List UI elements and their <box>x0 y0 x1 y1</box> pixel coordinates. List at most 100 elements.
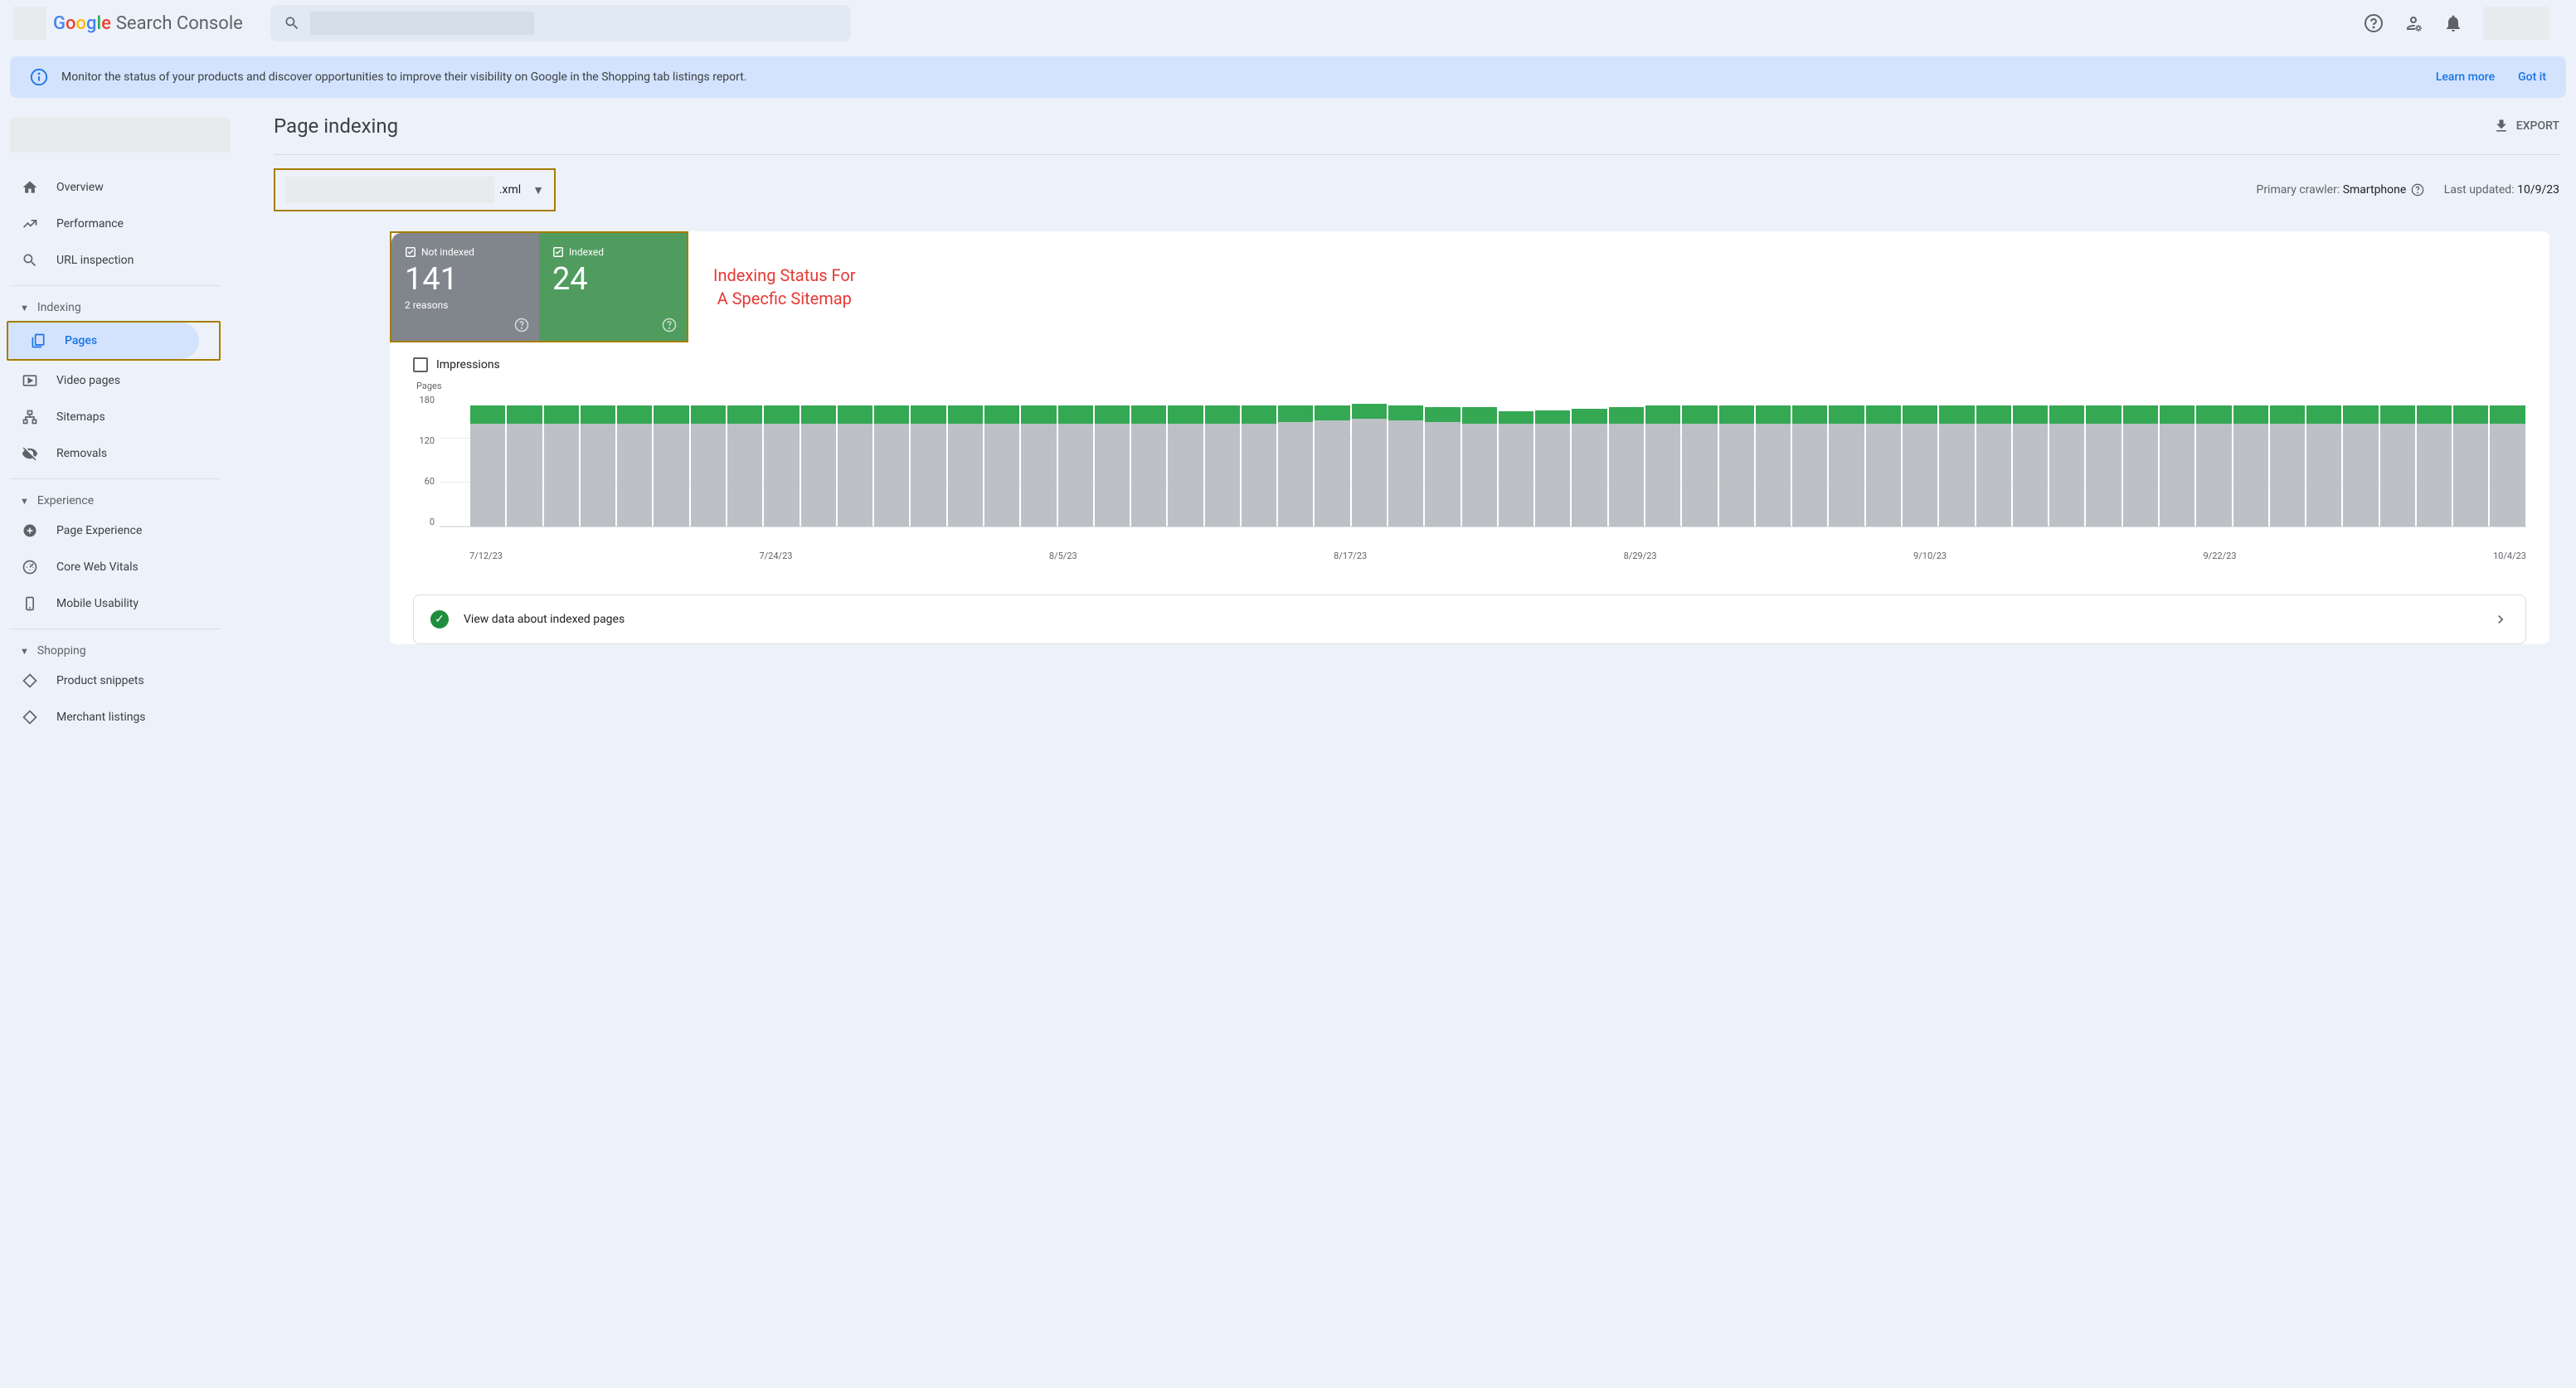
sidebar-item-snippets[interactable]: Product snippets <box>0 662 221 699</box>
sidebar-label: Merchant listings <box>56 711 146 724</box>
sidebar-item-pages[interactable]: Pages <box>8 323 199 359</box>
diamond-icon <box>20 671 40 691</box>
sidebar-item-merchant[interactable]: Merchant listings <box>0 699 221 735</box>
help-icon[interactable] <box>514 318 529 332</box>
sidebar-item-cwv[interactable]: Core Web Vitals <box>0 549 221 585</box>
sidebar: Overview Performance URL inspection ▼ Ind… <box>0 98 241 745</box>
diamond-icon <box>20 707 40 727</box>
chevron-down-icon: ▼ <box>532 183 544 197</box>
section-label: Experience <box>37 494 94 507</box>
annotation-highlight: Pages <box>7 321 221 361</box>
sidebar-label: Overview <box>56 181 104 194</box>
plus-circle-icon <box>20 521 40 541</box>
banner-text: Monitor the status of your products and … <box>61 70 747 84</box>
sidebar-item-removals[interactable]: Removals <box>0 435 221 472</box>
sitemap-icon <box>20 407 40 427</box>
learn-more-link[interactable]: Learn more <box>2436 70 2495 84</box>
sidebar-label: URL inspection <box>56 254 134 267</box>
logo-o2: o <box>75 13 85 34</box>
divider <box>10 285 221 286</box>
sitemap-name-redacted <box>285 177 494 203</box>
video-icon <box>20 371 40 391</box>
sitemap-filter-dropdown[interactable]: .xml ▼ <box>274 168 556 211</box>
logo-e: e <box>101 13 111 34</box>
chart-ylabel: Pages <box>416 381 2526 391</box>
crawler-info: Primary crawler: Smartphone Last updated… <box>2256 183 2559 197</box>
sidebar-label: Core Web Vitals <box>56 561 139 574</box>
help-icon[interactable] <box>2411 183 2424 197</box>
search-input-placeholder[interactable] <box>310 12 534 35</box>
chart-y-axis: 180120600 <box>413 395 440 527</box>
property-selector[interactable] <box>10 118 231 153</box>
header-actions <box>2364 7 2563 40</box>
account-avatar[interactable] <box>2483 7 2549 40</box>
sidebar-section-indexing[interactable]: ▼ Indexing <box>0 293 241 319</box>
sidebar-item-url-inspection[interactable]: URL inspection <box>0 242 221 279</box>
section-label: Shopping <box>37 644 86 658</box>
sidebar-section-experience[interactable]: ▼ Experience <box>0 486 241 512</box>
sidebar-label: Pages <box>65 334 97 347</box>
divider <box>10 478 221 479</box>
main-content: Page indexing EXPORT .xml ▼ Primary craw… <box>241 98 2576 745</box>
chart: Pages 180120600 7/12/237/24/238/5/238/17… <box>390 381 2549 578</box>
got-it-button[interactable]: Got it <box>2518 70 2546 84</box>
user-settings-icon[interactable] <box>2403 13 2423 33</box>
annotation-text: Indexing Status ForA Specfic Sitemap <box>713 264 856 310</box>
product-logo[interactable]: Google Search Console <box>53 13 243 34</box>
pages-icon <box>28 331 48 351</box>
logo-area: Google Search Console <box>13 7 270 40</box>
sidebar-label: Product snippets <box>56 674 144 687</box>
logo-o1: o <box>66 13 75 34</box>
crawler-label: Primary crawler: <box>2256 183 2340 197</box>
crawler-value: Smartphone <box>2343 183 2407 197</box>
impressions-toggle[interactable]: Impressions <box>390 342 2549 381</box>
sidebar-section-shopping[interactable]: ▼ Shopping <box>0 636 241 662</box>
speed-icon <box>20 557 40 577</box>
sidebar-item-performance[interactable]: Performance <box>0 206 221 242</box>
sidebar-item-sitemaps[interactable]: Sitemaps <box>0 399 221 435</box>
chevron-down-icon: ▼ <box>20 646 29 657</box>
export-button[interactable]: EXPORT <box>2493 118 2559 134</box>
sidebar-label: Performance <box>56 217 124 231</box>
chevron-right-icon <box>2492 611 2509 628</box>
menu-placeholder <box>13 7 46 40</box>
search-icon <box>284 15 300 32</box>
removals-icon <box>20 444 40 463</box>
sidebar-item-video-pages[interactable]: Video pages <box>0 362 221 399</box>
indexing-card: Not indexed 141 2 reasons Indexed 24 Ind… <box>390 231 2549 644</box>
trend-icon <box>20 214 40 234</box>
section-label: Indexing <box>37 301 81 314</box>
checkbox-icon <box>405 246 416 258</box>
view-indexed-link[interactable]: ✓ View data about indexed pages <box>413 595 2526 644</box>
sidebar-label: Mobile Usability <box>56 597 139 610</box>
checkbox-icon[interactable] <box>413 357 428 372</box>
sidebar-item-mobile[interactable]: Mobile Usability <box>0 585 221 622</box>
updated-value: 10/9/23 <box>2517 183 2559 197</box>
sidebar-label: Removals <box>56 447 107 460</box>
logo-g: G <box>53 13 66 34</box>
updated-label: Last updated: <box>2444 183 2515 197</box>
chevron-down-icon: ▼ <box>20 303 29 313</box>
help-icon[interactable] <box>662 318 677 332</box>
download-icon <box>2493 118 2510 134</box>
logo-g2: g <box>86 13 96 34</box>
annotation-highlight: Not indexed 141 2 reasons Indexed 24 <box>390 231 688 342</box>
stat-label: Indexed <box>569 246 604 258</box>
view-link-label: View data about indexed pages <box>464 613 625 626</box>
page-title: Page indexing <box>274 114 398 138</box>
stat-indexed[interactable]: Indexed 24 <box>539 233 687 341</box>
check-circle-icon: ✓ <box>430 610 449 628</box>
stat-sub: 2 reasons <box>405 299 526 311</box>
chart-x-axis: 7/12/237/24/238/5/238/17/238/29/239/10/2… <box>469 544 2526 561</box>
search-bar[interactable] <box>270 5 851 41</box>
sidebar-item-overview[interactable]: Overview <box>0 169 221 206</box>
stat-value: 24 <box>552 261 673 298</box>
notifications-icon[interactable] <box>2443 13 2463 33</box>
help-icon[interactable] <box>2364 13 2384 33</box>
sidebar-label: Page Experience <box>56 524 142 537</box>
stat-not-indexed[interactable]: Not indexed 141 2 reasons <box>391 233 539 341</box>
info-banner: Monitor the status of your products and … <box>10 56 2566 98</box>
impressions-label: Impressions <box>436 358 500 371</box>
chevron-down-icon: ▼ <box>20 496 29 507</box>
sidebar-item-page-experience[interactable]: Page Experience <box>0 512 221 549</box>
